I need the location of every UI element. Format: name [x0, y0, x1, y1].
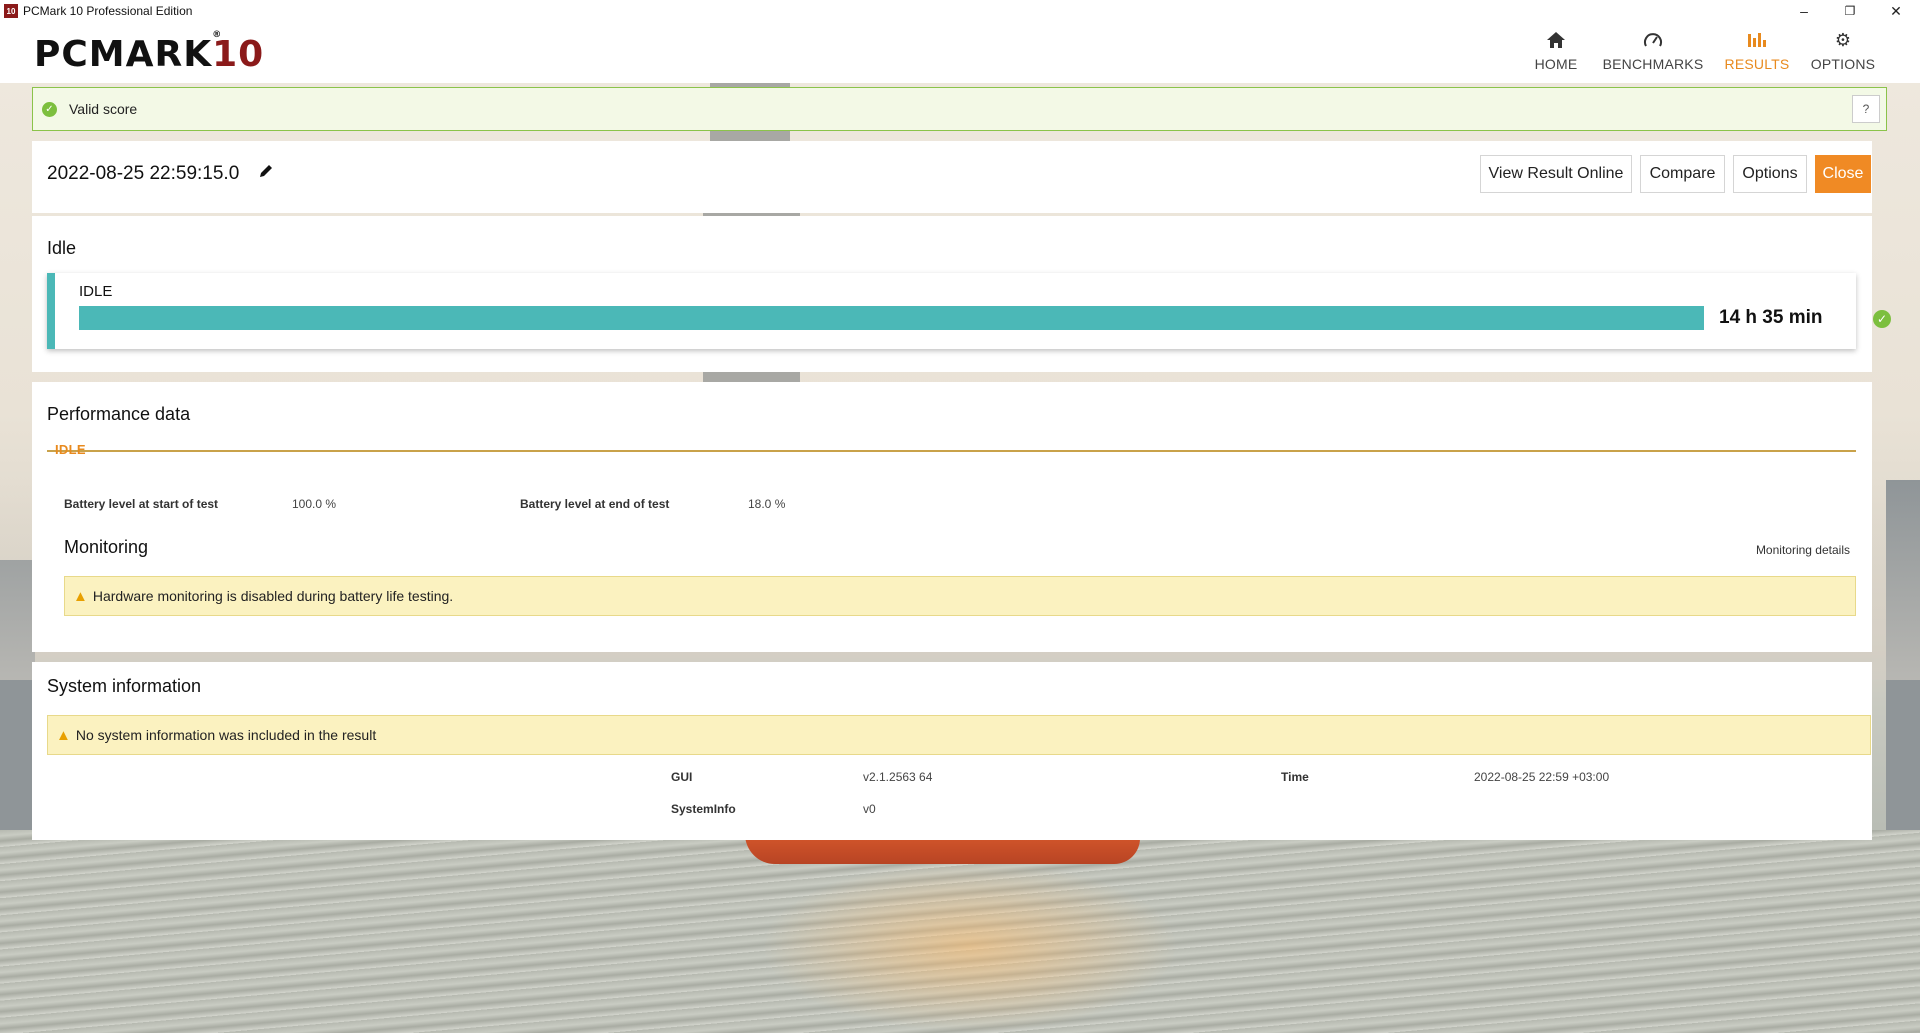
idle-progress-track [79, 306, 1704, 330]
performance-tab-row [47, 438, 1856, 452]
idle-progress-bar [79, 306, 1704, 330]
idle-result-card: IDLE 14 h 35 min ✓ [47, 273, 1891, 349]
app-header: PCMARK10 ® HOME BENCHMARKS RESULTS ⚙ OPT… [0, 22, 1920, 83]
nav-options[interactable]: ⚙ OPTIONS [1808, 28, 1878, 73]
systeminfo-label: SystemInfo [671, 802, 736, 816]
gui-value: v2.1.2563 64 [863, 770, 933, 784]
idle-duration-value: 14 h 35 min [1719, 307, 1823, 328]
gui-label: GUI [671, 770, 693, 784]
battery-start-label: Battery level at start of test [64, 497, 219, 511]
monitoring-details-link[interactable]: Monitoring details [1756, 543, 1850, 557]
system-info-panel: System information ▲ No system informati… [32, 662, 1872, 840]
help-button[interactable]: ? [1852, 95, 1880, 123]
systeminfo-value: v0 [863, 802, 876, 816]
system-info-warning-text: No system information was included in th… [75, 727, 377, 743]
monitoring-warning: ▲ Hardware monitoring is disabled during… [64, 576, 1856, 616]
valid-score-banner: ✓ Valid score ? [32, 87, 1887, 131]
monitoring-title: Monitoring [64, 537, 149, 557]
battery-end-value: 18.0 % [748, 497, 786, 511]
result-header-panel: 2022-08-25 22:59:15.0 View Result Online… [32, 141, 1872, 213]
performance-panel: Performance data IDLE Battery level at s… [32, 382, 1872, 652]
idle-section-title: Idle [47, 238, 77, 258]
options-button[interactable]: Options [1733, 155, 1807, 193]
compare-button[interactable]: Compare [1640, 155, 1725, 193]
window-title-bar: 10 PCMark 10 Professional Edition – ❐ ✕ [0, 0, 1920, 22]
battery-end-label: Battery level at end of test [520, 497, 670, 511]
edit-pencil-icon[interactable] [258, 163, 274, 184]
minimize-button[interactable]: – [1781, 0, 1827, 22]
pcmark-logo: PCMARK10 ® [34, 30, 265, 75]
gear-icon: ⚙ [1834, 29, 1852, 50]
close-result-button[interactable]: Close [1815, 155, 1871, 193]
window-title: PCMark 10 Professional Edition [23, 4, 193, 18]
check-icon: ✓ [42, 101, 57, 117]
idle-card-label: IDLE [79, 283, 113, 300]
home-icon [1546, 28, 1566, 52]
nav-benchmarks[interactable]: BENCHMARKS [1600, 28, 1706, 72]
warning-icon: ▲ [56, 726, 71, 744]
monitoring-warning-text: Hardware monitoring is disabled during b… [92, 588, 454, 604]
time-value: 2022-08-25 22:59 +03:00 [1474, 770, 1610, 784]
performance-section-title: Performance data [47, 404, 191, 424]
nav-home[interactable]: HOME [1530, 28, 1582, 72]
maximize-button[interactable]: ❐ [1827, 0, 1873, 22]
system-info-warning: ▲ No system information was included in … [47, 715, 1871, 755]
app-icon: 10 [4, 4, 18, 18]
result-timestamp: 2022-08-25 22:59:15.0 [47, 163, 240, 184]
gauge-icon [1643, 28, 1663, 52]
time-label: Time [1281, 770, 1309, 784]
idle-panel: Idle IDLE 14 h 35 min ✓ [32, 216, 1891, 372]
check-icon: ✓ [1873, 310, 1891, 328]
close-window-button[interactable]: ✕ [1873, 0, 1919, 22]
tab-idle[interactable]: IDLE [55, 442, 86, 457]
nav-results[interactable]: RESULTS [1723, 28, 1791, 72]
battery-start-value: 100.0 % [292, 497, 337, 511]
bar-chart-icon [1746, 28, 1768, 52]
view-result-online-button[interactable]: View Result Online [1480, 155, 1632, 193]
system-info-title: System information [47, 676, 202, 696]
valid-score-text: Valid score [69, 101, 138, 117]
warning-icon: ▲ [73, 587, 88, 605]
